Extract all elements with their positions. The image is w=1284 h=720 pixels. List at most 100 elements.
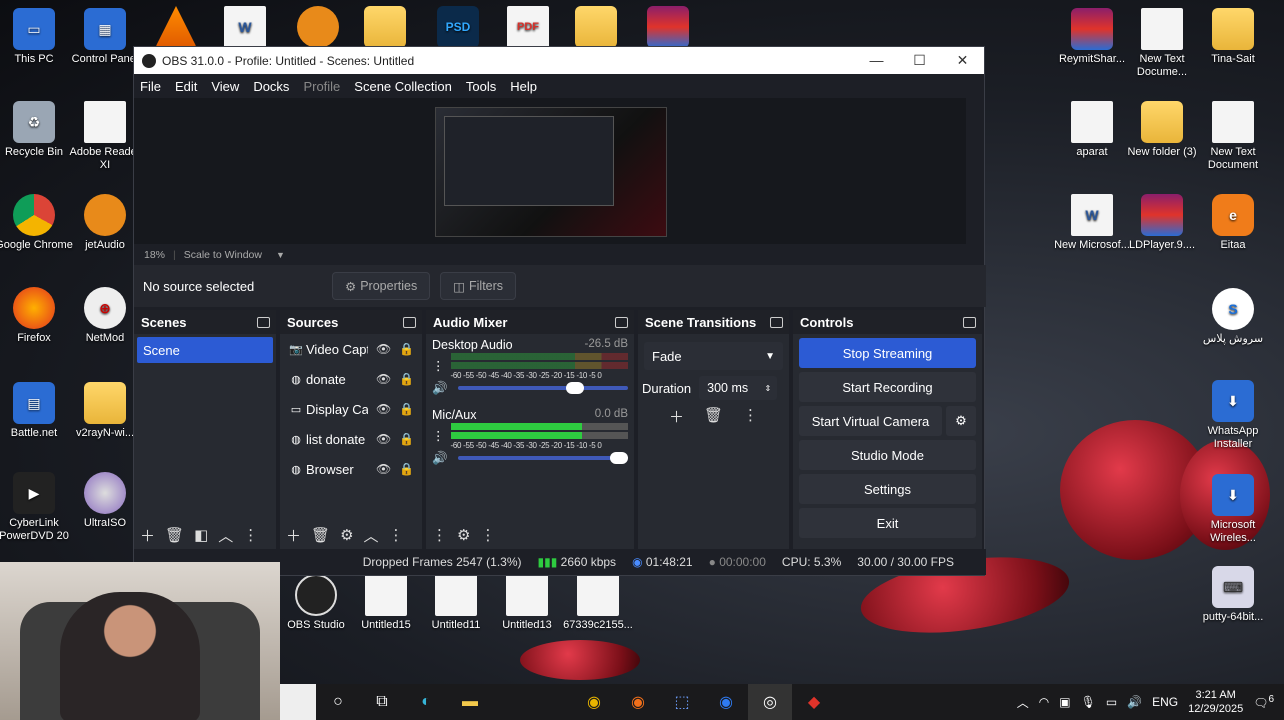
- desktop-icon-battlenet[interactable]: ▤ Battle.net: [0, 382, 74, 440]
- volume-icon[interactable]: 🔊: [1127, 695, 1142, 709]
- desktop-icon-whatsapp-installer[interactable]: ⬇ WhatsApp Installer: [1193, 380, 1273, 451]
- obs-icon[interactable]: ◎: [748, 684, 792, 720]
- undock-icon[interactable]: [257, 316, 270, 328]
- close-icon[interactable]: ✕: [941, 52, 984, 69]
- trash-icon[interactable]: 🗑: [704, 406, 723, 427]
- soroush-icon[interactable]: ◉: [704, 684, 748, 720]
- more-icon[interactable]: ⋮: [432, 358, 445, 373]
- trash-icon[interactable]: 🗑: [165, 526, 184, 544]
- menu-view[interactable]: View: [211, 79, 239, 94]
- desktop-icon-soroush[interactable]: S سروش پلاس: [1193, 288, 1273, 346]
- language-indicator[interactable]: ENG: [1152, 695, 1178, 709]
- duration-input[interactable]: 300 ms ⇕: [699, 376, 778, 400]
- desktop-icon-obs-studio[interactable]: OBS Studio: [276, 574, 356, 632]
- desktop-icon-folder-top[interactable]: [345, 6, 425, 51]
- menu-docks[interactable]: Docks: [253, 79, 289, 94]
- desktop-icon-67339c[interactable]: 67339c2155...: [558, 574, 638, 632]
- settings-button[interactable]: Settings: [799, 474, 976, 504]
- trash-icon[interactable]: 🗑: [311, 526, 330, 544]
- desktop-icon-folder-top-2[interactable]: [556, 6, 636, 51]
- speaker-icon[interactable]: 🔊: [432, 451, 448, 466]
- desktop-icon-new-text-2[interactable]: New Text Document: [1193, 101, 1273, 172]
- lock-icon[interactable]: 🔒: [399, 402, 414, 416]
- app-red-icon[interactable]: ◆: [792, 684, 836, 720]
- clock[interactable]: 3:21 AM 12/29/2025: [1188, 688, 1243, 716]
- undock-icon[interactable]: [963, 316, 976, 328]
- desktop-icon-new-text-1[interactable]: New Text Docume...: [1122, 8, 1202, 79]
- desktop-icon-ldplayer[interactable]: LDPlayer.9....: [1122, 194, 1202, 252]
- add-icon[interactable]: ＋: [286, 525, 301, 546]
- spinner-icon[interactable]: ⇕: [764, 384, 771, 393]
- chevron-up-icon[interactable]: ︿: [218, 525, 233, 546]
- desktop-icon-eitaa[interactable]: e Eitaa: [1193, 194, 1273, 252]
- task-view-icon[interactable]: ⧉: [360, 684, 404, 720]
- desktop-icon-word-doc[interactable]: W: [205, 6, 285, 51]
- file-explorer-icon[interactable]: ▬: [448, 684, 492, 720]
- source-item[interactable]: 📷Video Capture Device 👁 🔒: [280, 334, 422, 364]
- source-item[interactable]: ◍ Browser 👁 🔒: [280, 454, 422, 484]
- desktop-icon-recycle-bin[interactable]: ♻ Recycle Bin: [0, 101, 74, 159]
- notification-icon[interactable]: 🗨6: [1253, 694, 1274, 710]
- filters-button[interactable]: ◫ Filters: [440, 272, 517, 300]
- chevron-up-icon[interactable]: ︿: [364, 525, 379, 546]
- exit-button[interactable]: Exit: [799, 508, 976, 538]
- start-virtual-camera-button[interactable]: Start Virtual Camera: [799, 406, 942, 436]
- desktop-icon-vlc[interactable]: [136, 6, 216, 51]
- desktop-icon-tina[interactable]: Tina-Sait: [1193, 8, 1273, 66]
- undock-icon[interactable]: [403, 316, 416, 328]
- stop-streaming-button[interactable]: Stop Streaming: [799, 338, 976, 368]
- chevron-down-icon[interactable]: ▼: [276, 250, 285, 260]
- obs-titlebar[interactable]: OBS 31.0.0 - Profile: Untitled - Scenes:…: [134, 47, 984, 74]
- scene-item[interactable]: Scene: [137, 337, 273, 363]
- desktop-icon-aparat[interactable]: aparat: [1052, 101, 1132, 159]
- chevron-up-icon[interactable]: ︿: [1017, 694, 1029, 711]
- start-recording-button[interactable]: Start Recording: [799, 372, 976, 402]
- gear-icon[interactable]: ⚙: [946, 406, 976, 436]
- add-icon[interactable]: ＋: [140, 525, 155, 546]
- maximize-icon[interactable]: ☐: [898, 52, 941, 69]
- desktop-icon-untitled15[interactable]: Untitled15: [346, 574, 426, 632]
- slider-knob[interactable]: [610, 452, 628, 464]
- desktop-icon-untitled13[interactable]: Untitled13: [487, 574, 567, 632]
- desktop-icon-new-microsoft[interactable]: W New Microsof...: [1052, 194, 1132, 252]
- search-icon[interactable]: ○: [316, 684, 360, 720]
- menu-tools[interactable]: Tools: [466, 79, 496, 94]
- minimize-icon[interactable]: —: [855, 52, 898, 69]
- properties-button[interactable]: ⚙ Properties: [332, 272, 431, 300]
- undock-icon[interactable]: [615, 316, 628, 328]
- more-icon[interactable]: ⋮: [480, 526, 495, 544]
- battery-icon[interactable]: ▭: [1106, 695, 1117, 709]
- lock-icon[interactable]: 🔒: [399, 462, 414, 476]
- menu-edit[interactable]: Edit: [175, 79, 197, 94]
- network-app-icon[interactable]: ⬚: [660, 684, 704, 720]
- microphone-icon[interactable]: 🎙: [1081, 695, 1096, 709]
- more-icon[interactable]: ⋮: [243, 526, 258, 544]
- desktop-icon-winrar[interactable]: [628, 6, 708, 51]
- lock-icon[interactable]: 🔒: [399, 342, 414, 356]
- edge-icon[interactable]: ◐: [404, 684, 448, 720]
- eye-icon[interactable]: 👁: [376, 342, 391, 356]
- chrome-icon[interactable]: ◉: [572, 684, 616, 720]
- gear-icon[interactable]: ⚙: [340, 526, 353, 544]
- source-item[interactable]: ◍ donate 👁 🔒: [280, 364, 422, 394]
- source-item[interactable]: ▭ Display Capture 👁 🔒: [280, 394, 422, 424]
- lock-icon[interactable]: 🔒: [399, 432, 414, 446]
- more-icon[interactable]: ⋮: [389, 526, 404, 544]
- desktop-icon-firefox[interactable]: Firefox: [0, 287, 74, 345]
- transition-select[interactable]: Fade ▼: [644, 342, 783, 370]
- more-icon[interactable]: ⋮: [432, 526, 447, 544]
- add-icon[interactable]: ＋: [669, 406, 684, 427]
- eye-icon[interactable]: 👁: [376, 402, 391, 416]
- source-item[interactable]: ◍ list donate 👁 🔒: [280, 424, 422, 454]
- studio-mode-button[interactable]: Studio Mode: [799, 440, 976, 470]
- gear-icon[interactable]: ⚙: [457, 526, 470, 544]
- desktop-icon-psd[interactable]: PSD: [418, 6, 498, 51]
- firefox-icon[interactable]: ◉: [616, 684, 660, 720]
- network-icon[interactable]: ◠: [1039, 695, 1049, 709]
- eye-icon[interactable]: 👁: [376, 432, 391, 446]
- meet-now-icon[interactable]: ▣: [1059, 695, 1070, 709]
- undock-icon[interactable]: [770, 316, 783, 328]
- volume-slider[interactable]: [457, 382, 628, 394]
- desktop-icon-chrome[interactable]: Google Chrome: [0, 194, 74, 252]
- slider-knob[interactable]: [565, 382, 584, 394]
